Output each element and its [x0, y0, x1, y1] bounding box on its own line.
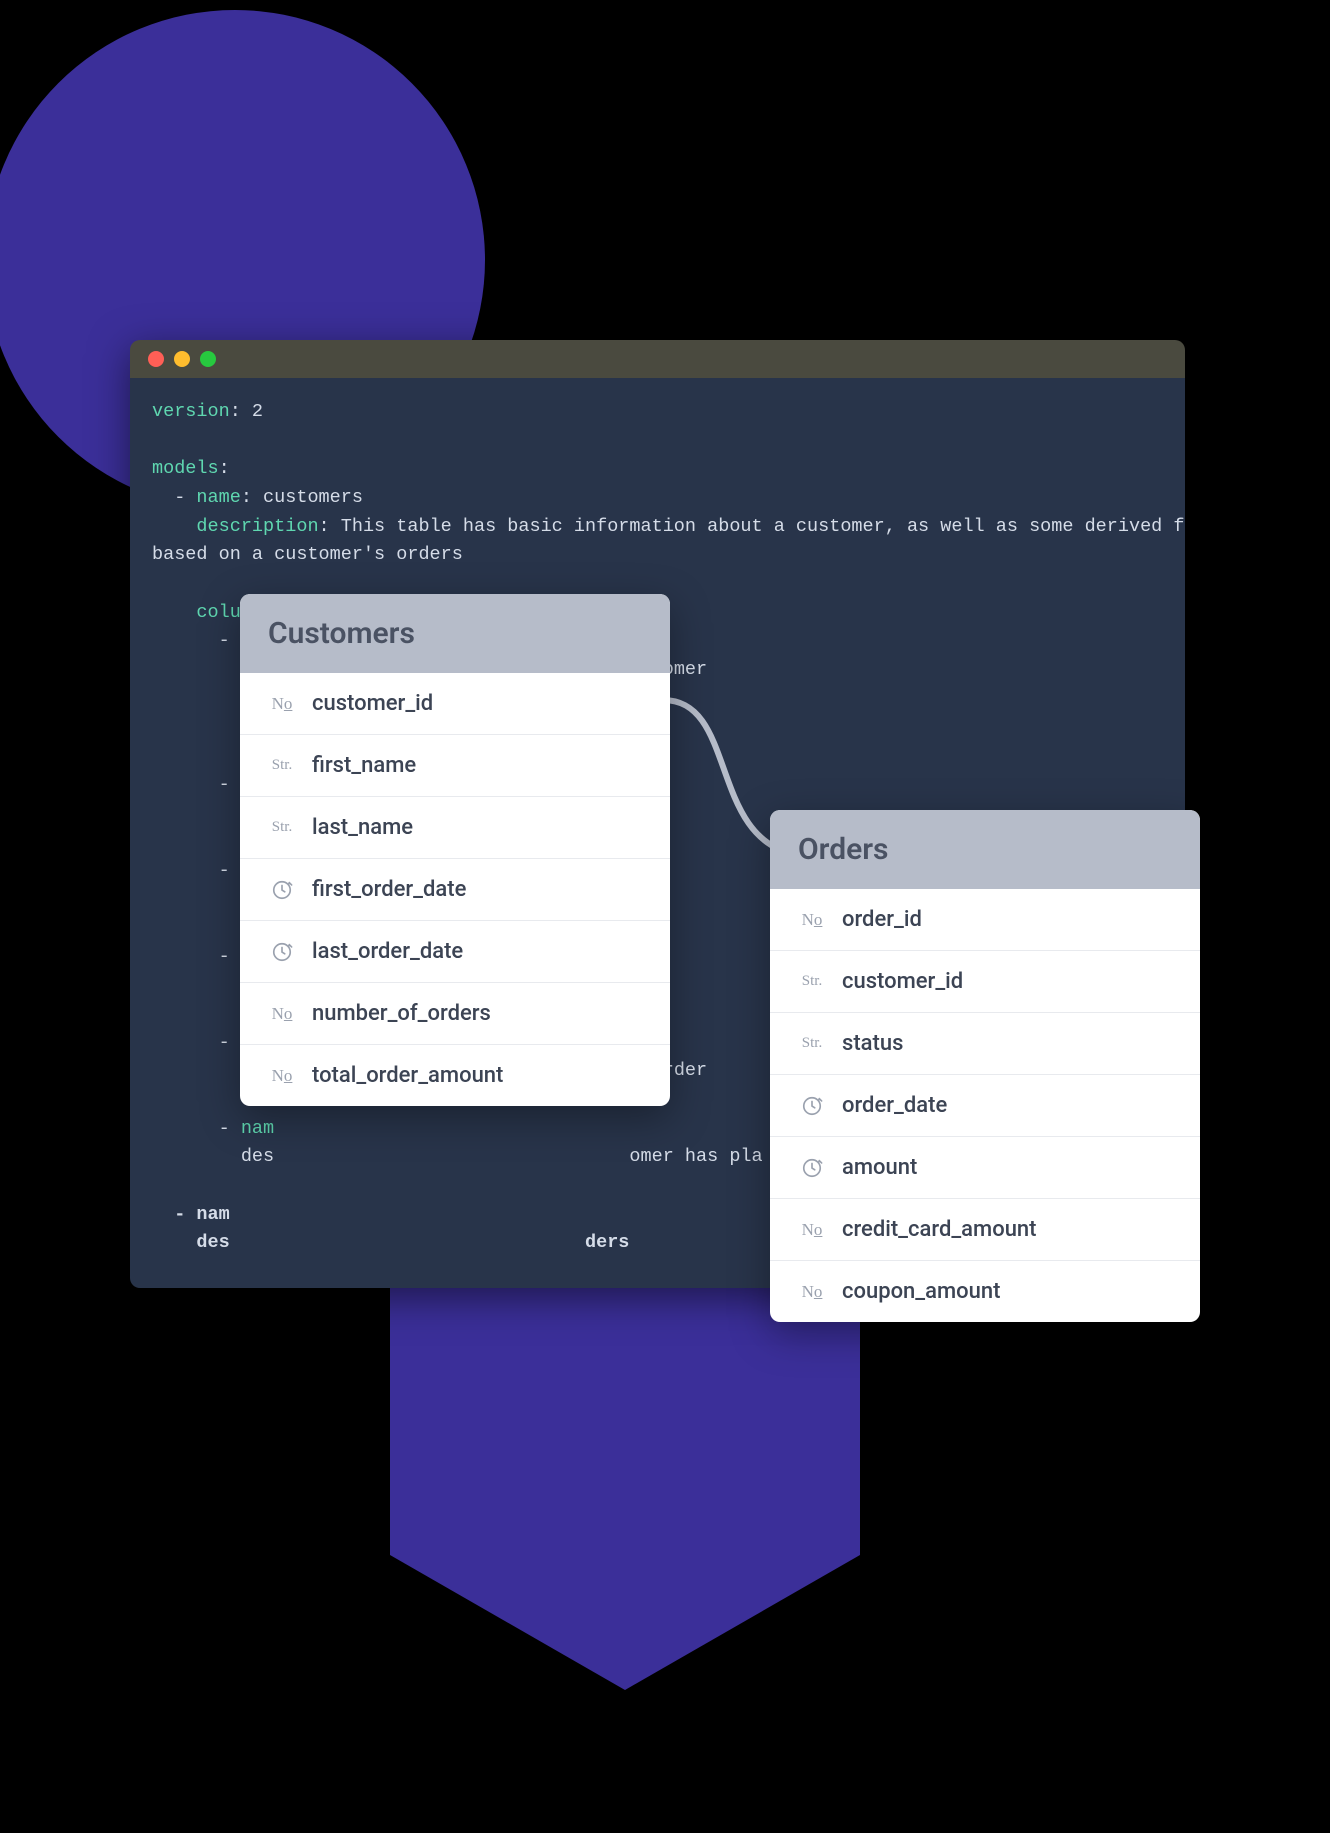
customers-column-row: last_order_date — [240, 921, 670, 983]
customers-column-row: first_order_date — [240, 859, 670, 921]
number-type-icon: No — [802, 1282, 823, 1302]
maximize-icon — [200, 351, 216, 367]
customers-column-row: Str. first_name — [240, 735, 670, 797]
number-type-icon: No — [802, 910, 823, 930]
column-name: first_order_date — [312, 877, 466, 902]
number-type-icon: No — [272, 1066, 293, 1086]
column-name: last_order_date — [312, 939, 463, 964]
column-name: amount — [842, 1155, 917, 1180]
customers-column-row: No customer_id — [240, 673, 670, 735]
column-name: credit_card_amount — [842, 1217, 1037, 1242]
orders-column-row: Str. customer_id — [770, 951, 1200, 1013]
column-name: order_date — [842, 1093, 947, 1118]
column-name: customer_id — [842, 969, 963, 994]
column-name: total_order_amount — [312, 1063, 503, 1088]
number-type-icon: No — [272, 1004, 293, 1024]
orders-column-row: order_date — [770, 1075, 1200, 1137]
minimize-icon — [174, 351, 190, 367]
date-type-icon — [271, 879, 293, 901]
close-icon — [148, 351, 164, 367]
orders-column-row: No credit_card_amount — [770, 1199, 1200, 1261]
date-type-icon — [271, 941, 293, 963]
orders-column-row: Str. status — [770, 1013, 1200, 1075]
orders-column-row: No order_id — [770, 889, 1200, 951]
column-name: customer_id — [312, 691, 433, 716]
customers-column-row: No number_of_orders — [240, 983, 670, 1045]
column-name: number_of_orders — [312, 1001, 491, 1026]
column-name: order_id — [842, 907, 922, 932]
column-name: last_name — [312, 815, 413, 840]
customers-table-card: Customers Nocustomer_idStr.first_nameStr… — [240, 594, 670, 1106]
column-name: coupon_amount — [842, 1279, 1000, 1304]
column-name: status — [842, 1031, 903, 1056]
date-type-icon — [801, 1095, 823, 1117]
string-type-icon: Str. — [802, 1035, 822, 1052]
orders-card-title: Orders — [770, 810, 1200, 889]
orders-table-card: Orders No order_id Str. customer_id Str. stat… — [770, 810, 1200, 1322]
string-type-icon: Str. — [272, 757, 292, 774]
customers-card-title: Customers — [240, 594, 670, 673]
orders-column-row: No coupon_amount — [770, 1261, 1200, 1322]
string-type-icon: Str. — [272, 819, 292, 836]
date-type-icon — [801, 1157, 823, 1179]
string-type-icon: Str. — [802, 973, 822, 990]
terminal-titlebar — [130, 340, 1185, 378]
customers-column-row: Str. last_name — [240, 797, 670, 859]
column-name: first_name — [312, 753, 416, 778]
orders-column-row: amount — [770, 1137, 1200, 1199]
number-type-icon: No — [802, 1220, 823, 1240]
customers-column-row: No total_order_amount — [240, 1045, 670, 1106]
number-type-icon: No — [272, 694, 293, 714]
